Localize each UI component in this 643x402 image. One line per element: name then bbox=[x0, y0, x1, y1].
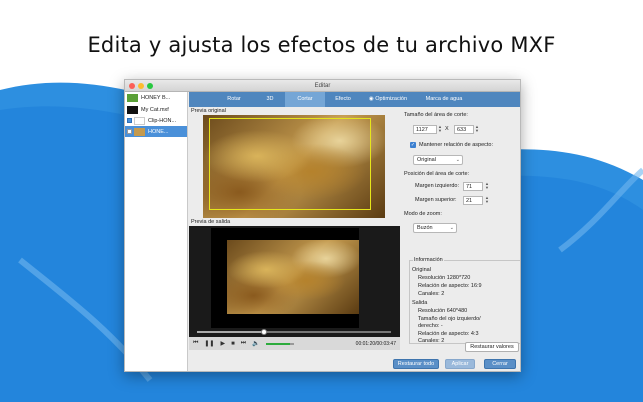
preview-output-label: Previa de salida bbox=[189, 218, 400, 226]
info-output-channels: Canales: 2 bbox=[418, 338, 445, 344]
file-name: HONEY B... bbox=[141, 95, 171, 101]
file-thumbnail bbox=[127, 105, 138, 114]
time-display: 00:01:20/00:03:47 bbox=[355, 340, 396, 347]
info-output-heading: Salida bbox=[412, 300, 428, 306]
margin-left-label: Margen izquierdo: bbox=[415, 183, 460, 189]
ratio-select-value: Original bbox=[417, 157, 436, 163]
file-list: HONEY B... My Cat.mxf Clip-HON... HONE..… bbox=[125, 92, 188, 371]
margin-left-stepper[interactable]: ▲ ▼ bbox=[485, 182, 489, 191]
close-button[interactable]: Cerrar bbox=[484, 359, 516, 369]
stop-icon[interactable]: ■ bbox=[231, 341, 235, 347]
keep-ratio-label: Mantener relación de aspecto: bbox=[419, 142, 493, 148]
tab-rotate[interactable]: Rotar bbox=[213, 92, 255, 107]
margin-left-input[interactable]: 71 bbox=[463, 182, 483, 191]
info-original-heading: Original bbox=[412, 267, 431, 273]
seek-bar[interactable] bbox=[197, 329, 391, 335]
file-item[interactable]: HONEY B... bbox=[125, 92, 187, 104]
apply-button[interactable]: Aplicar bbox=[445, 359, 475, 369]
crop-position-label: Posición del área de corte: bbox=[404, 171, 470, 177]
file-item[interactable]: Clip-HON... bbox=[125, 115, 187, 126]
previous-icon[interactable]: ⏮ bbox=[193, 340, 198, 347]
zoom-window-icon[interactable] bbox=[147, 83, 153, 89]
crop-frame[interactable] bbox=[209, 118, 371, 210]
file-thumbnail bbox=[134, 127, 145, 136]
margin-top-stepper[interactable]: ▲ ▼ bbox=[485, 196, 489, 205]
seek-handle[interactable] bbox=[261, 329, 267, 335]
zoom-mode-select[interactable]: Buzón ⌄ bbox=[413, 223, 457, 233]
edit-tabs: Rotar 3D Cortar Efecto ◉ Optimización Ma… bbox=[189, 92, 520, 107]
keep-ratio-row: ✓ Mantener relación de aspecto: bbox=[410, 142, 493, 148]
crop-size-separator: X bbox=[445, 126, 449, 132]
playback-controls: ⏮ ❚❚ ▶ ■ ⏭ 🔈 00:01:20/00:03:47 bbox=[189, 337, 400, 350]
volume-slider[interactable] bbox=[265, 342, 294, 345]
preview-output bbox=[189, 226, 400, 337]
chevron-down-icon: ⌄ bbox=[455, 157, 460, 163]
file-checkbox[interactable] bbox=[127, 129, 132, 134]
ratio-select[interactable]: Original ⌄ bbox=[413, 155, 463, 165]
zoom-mode-label: Modo de zoom: bbox=[404, 211, 442, 217]
file-checkbox[interactable] bbox=[127, 118, 132, 123]
title-bar: Editar bbox=[125, 80, 520, 92]
info-title: Información bbox=[413, 257, 444, 263]
restore-all-button[interactable]: Restaurar todo bbox=[393, 359, 439, 369]
preview-original bbox=[189, 115, 400, 218]
file-item-selected[interactable]: HONE... bbox=[125, 126, 187, 137]
tab-3d[interactable]: 3D bbox=[255, 92, 285, 107]
info-box: Información Original Resolución 1280*720… bbox=[409, 257, 520, 344]
minimize-window-icon[interactable] bbox=[138, 83, 144, 89]
info-output-resolution: Resolución 640*480 bbox=[418, 308, 468, 314]
restore-values-button[interactable]: Restaurar valores bbox=[465, 342, 519, 352]
file-name: HONE... bbox=[148, 128, 169, 135]
crop-width-input[interactable]: 1127 bbox=[413, 125, 437, 134]
crop-height-stepper[interactable]: ▲ ▼ bbox=[475, 125, 479, 134]
info-original-resolution: Resolución 1280*720 bbox=[418, 275, 471, 281]
crop-size-label: Tamaño del área de corte: bbox=[404, 112, 468, 118]
crop-settings-panel: Tamaño del área de corte: 1127 ▲ ▼ X 633 … bbox=[401, 107, 520, 371]
editor-window: Editar HONEY B... My Cat.mxf Clip-HON...… bbox=[124, 79, 521, 372]
tab-effect[interactable]: Efecto bbox=[325, 92, 361, 107]
tab-watermark[interactable]: Marca de agua bbox=[415, 92, 473, 107]
info-output-ratio: Relación de aspecto: 4:3 bbox=[418, 331, 479, 337]
file-name: My Cat.mxf bbox=[141, 106, 169, 113]
headline: Edita y ajusta los efectos de tu archivo… bbox=[87, 33, 556, 57]
info-original-ratio: Relación de aspecto: 16:9 bbox=[418, 283, 482, 289]
margin-top-label: Margen superior: bbox=[415, 197, 457, 203]
file-thumbnail bbox=[127, 94, 138, 102]
close-window-icon[interactable] bbox=[129, 83, 135, 89]
seek-bar-progress bbox=[197, 331, 263, 333]
next-frame-icon[interactable]: ▶ bbox=[220, 340, 225, 347]
zoom-mode-value: Buzón bbox=[417, 225, 433, 231]
magic-icon: ◉ bbox=[368, 96, 374, 102]
pause-icon[interactable]: ❚❚ bbox=[204, 340, 214, 347]
window-title: Editar bbox=[314, 83, 331, 89]
file-name: Clip-HON... bbox=[148, 117, 177, 124]
tab-crop[interactable]: Cortar bbox=[285, 92, 325, 107]
chevron-down-icon: ⌄ bbox=[449, 225, 454, 231]
info-eye-size-line2: derecho: - bbox=[418, 323, 443, 329]
keep-ratio-checkbox[interactable]: ✓ bbox=[410, 142, 416, 148]
preview-original-label: Previa original bbox=[189, 107, 400, 115]
output-video-frame bbox=[227, 240, 359, 314]
file-thumbnail bbox=[134, 116, 145, 125]
info-eye-size-line1: Tamaño del ojo izquierdo/ bbox=[418, 316, 481, 322]
file-item[interactable]: My Cat.mxf bbox=[125, 104, 187, 115]
volume-icon[interactable]: 🔈 bbox=[252, 340, 259, 347]
info-original-channels: Canales: 2 bbox=[418, 291, 445, 297]
tab-optimization-label: Optimización bbox=[375, 96, 408, 102]
next-icon[interactable]: ⏭ bbox=[241, 340, 246, 347]
crop-width-stepper[interactable]: ▲ ▼ bbox=[438, 125, 442, 134]
crop-height-input[interactable]: 633 bbox=[454, 125, 474, 134]
preview-area: Previa original Previa de salida ⏮ ❚❚ ▶ … bbox=[189, 107, 400, 371]
margin-top-input[interactable]: 21 bbox=[463, 196, 483, 205]
tab-optimization[interactable]: ◉ Optimización bbox=[361, 92, 415, 107]
